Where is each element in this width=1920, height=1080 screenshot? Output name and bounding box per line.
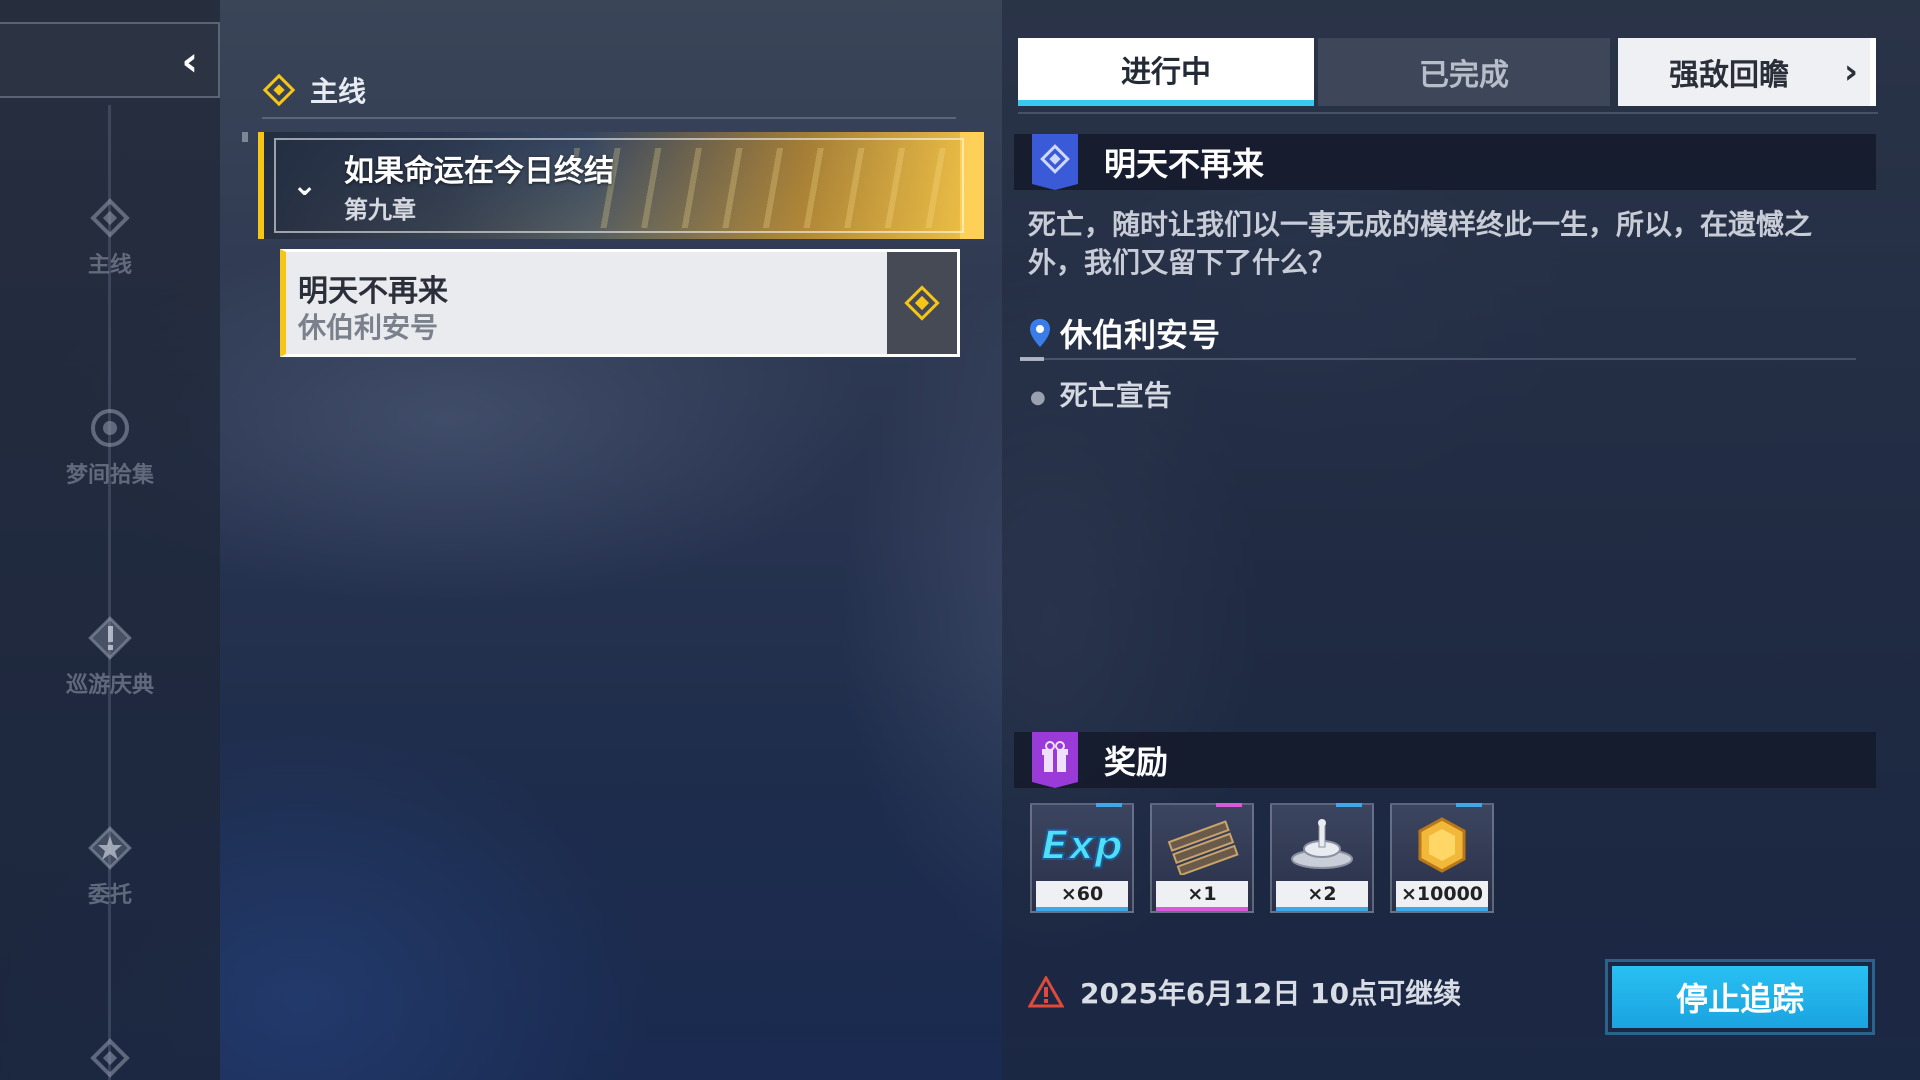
chapter-card[interactable]: ⌄ 如果命运在今日终结 第九章 (258, 132, 984, 239)
continue-notice: 2025年6月12日 10点可继续 (1028, 972, 1461, 1012)
rewards-title-bar: 奖励 (1014, 732, 1876, 788)
quest-title-bar: 明天不再来 (1014, 134, 1876, 190)
quest-title: 明天不再来 (1104, 145, 1265, 183)
quest-description: 死亡，随时让我们以一事无成的模样终此一生，所以，在遗憾之外，我们又留下了什么？ (1028, 208, 1813, 279)
location-divider (1020, 358, 1856, 360)
quest-card-title: 明天不再来 (298, 274, 448, 309)
tracking-diamond-icon (904, 285, 940, 321)
target-icon (91, 409, 129, 447)
tracking-indicator[interactable] (887, 252, 957, 354)
reward-rarity-line (1036, 907, 1128, 911)
reward-rarity-line (1276, 907, 1368, 911)
gift-icon (1032, 732, 1078, 788)
exp-icon: Exp (1040, 811, 1124, 879)
sidebar-item-dream-collect[interactable]: 梦间拾集 (40, 405, 180, 489)
diamond-icon (90, 1038, 130, 1078)
diamond-icon (90, 198, 130, 238)
tab-in-progress[interactable]: 进行中 (1018, 38, 1314, 106)
chevron-left-icon: ‹ (181, 39, 198, 85)
chevron-down-icon: ⌄ (292, 168, 318, 203)
chapter-title: 如果命运在今日终结 (344, 154, 614, 189)
sidebar-item-label: 委托 (87, 883, 132, 908)
reward-rarity-line (1156, 907, 1248, 911)
sidebar-item-label: 梦间拾集 (65, 463, 154, 488)
tab-boss-review[interactable]: 强敌回瞻 › (1618, 38, 1876, 106)
list-scroll-marker (242, 132, 248, 142)
reward-rarity-line (1396, 907, 1488, 911)
sidebar-item-commission[interactable]: 委托 (40, 825, 180, 909)
chevron-right-icon: › (1843, 52, 1858, 92)
water-splash-icon (1280, 811, 1364, 879)
back-button[interactable]: ‹ (0, 22, 220, 98)
chapter-subtitle: 第九章 (344, 196, 416, 224)
quest-card[interactable]: 明天不再来 休伯利安号 (280, 249, 960, 357)
notice-text: 2025年6月12日 10点可继续 (1080, 977, 1462, 1010)
rewards-list: Exp ×60 ×1 ×2 ×10000 (1030, 803, 1494, 913)
reward-count: ×10000 (1396, 881, 1488, 907)
sidebar-item-parade[interactable]: 巡游庆典 (40, 615, 180, 699)
location-name: 休伯利安号 (1060, 316, 1221, 354)
reward-item-exp[interactable]: Exp ×60 (1030, 803, 1134, 913)
reward-rarity-bar (1336, 803, 1362, 807)
reward-item-splash[interactable]: ×2 (1270, 803, 1374, 913)
location-divider-accent (1020, 357, 1044, 361)
reward-count: ×60 (1036, 881, 1128, 907)
sidebar: ‹ 主线 梦间拾集 巡游庆典 委托 (0, 0, 220, 1080)
reward-count: ×2 (1276, 881, 1368, 907)
location-pin-icon (1030, 319, 1050, 347)
tab-boss-review-label: 强敌回瞻 (1669, 58, 1789, 93)
sidebar-item-main[interactable]: 主线 (40, 195, 180, 279)
material-bars-icon (1160, 811, 1244, 879)
main-quest-diamond-icon (262, 73, 296, 107)
quest-diamond-icon (1032, 134, 1078, 190)
tab-divider (1018, 112, 1878, 114)
reward-rarity-bar (1216, 803, 1242, 807)
warning-icon (1028, 976, 1064, 1008)
quest-location: 休伯利安号 (1028, 310, 1220, 356)
reward-item-coin[interactable]: ×10000 (1390, 803, 1494, 913)
sidebar-item-extra[interactable] (40, 1035, 180, 1080)
gold-coin-icon (1400, 811, 1484, 879)
quest-badge (1032, 134, 1078, 190)
rewards-badge (1032, 732, 1078, 788)
stop-tracking-button[interactable]: 停止追踪 (1605, 959, 1875, 1035)
objective-text: 死亡宣告 (1059, 379, 1172, 412)
exclamation-icon (88, 616, 132, 660)
bullet-icon: ● (1030, 386, 1046, 408)
quest-objective: ● 死亡宣告 (1030, 374, 1172, 414)
reward-rarity-bar (1096, 803, 1122, 807)
sidebar-item-label: 主线 (87, 253, 132, 278)
tab-completed[interactable]: 已完成 (1318, 38, 1610, 106)
reward-item-material[interactable]: ×1 (1150, 803, 1254, 913)
reward-count: ×1 (1156, 881, 1248, 907)
quest-card-subtitle: 休伯利安号 (298, 311, 439, 344)
sidebar-item-label: 巡游庆典 (65, 673, 154, 698)
section-header: 主线 (262, 70, 366, 110)
rewards-title: 奖励 (1104, 743, 1169, 781)
star-icon (88, 826, 132, 870)
section-divider (262, 117, 956, 119)
svg-text:Exp: Exp (1042, 823, 1122, 869)
section-title: 主线 (310, 75, 367, 108)
reward-rarity-bar (1456, 803, 1482, 807)
